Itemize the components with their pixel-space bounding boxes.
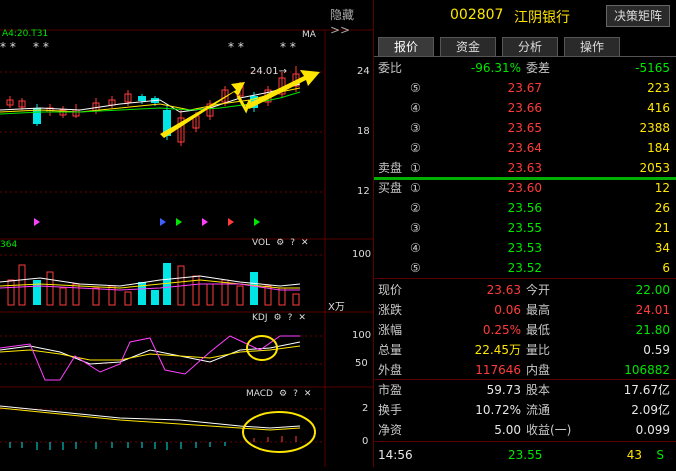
macd-highlight-circle (242, 411, 316, 453)
gear-icon[interactable]: ⚙ (276, 238, 284, 248)
stat-row-price: 现价 23.63 今开 22.00 (378, 283, 670, 297)
weibi-value: -96.31% (470, 61, 521, 75)
kdj-indicator-header: KDJ ⚙? ✕ (252, 313, 306, 323)
gear-icon[interactable]: ⚙ (279, 389, 287, 399)
buy-row-1: 买盘 ① 23.60 12 (374, 179, 674, 198)
sell-label: 卖盘 (378, 161, 403, 175)
gear-icon[interactable]: ⚙ (274, 313, 282, 323)
stat-row-netasset: 净资 5.00 收益(一) 0.099 (378, 423, 670, 437)
tick-side: S (656, 448, 664, 462)
sell-row-5: ⑤ 23.67 223 (410, 81, 670, 95)
tab-operation[interactable]: 操作 (564, 37, 620, 56)
vol-tick-100: 100 (352, 249, 372, 260)
macd-label: MACD (246, 389, 273, 399)
y-tick-24: 24 (357, 66, 370, 77)
buy-label: 买盘 (378, 181, 403, 195)
stock-name: 江阴银行 (514, 10, 570, 26)
buy-row-5: ⑤ 23.52 6 (410, 261, 670, 275)
tab-analysis[interactable]: 分析 (502, 37, 558, 56)
close-icon[interactable]: ✕ (301, 238, 309, 248)
candles (6, 66, 300, 146)
quote-tabs: 报价 资金 分析 操作 (378, 37, 674, 56)
stat-row-volume: 总量 22.45万 量比 0.59 (378, 343, 670, 357)
close-icon[interactable]: ✕ (298, 313, 306, 323)
stat-row-outer-inner: 外盘 117646 内盘 106882 (378, 363, 670, 377)
signal-markers (34, 218, 260, 226)
tick-volume: 43 (626, 448, 642, 462)
sell-row-3: ③ 23.65 2388 (410, 121, 670, 135)
tab-quote[interactable]: 报价 (378, 37, 434, 56)
y-tick-12: 12 (357, 186, 370, 197)
buy-row-3: ③ 23.55 21 (410, 221, 670, 235)
tick-row: 14:56 23.55 43 S (374, 446, 674, 465)
kline-chart-svg (0, 29, 374, 467)
macd-tick-0: 0 (362, 436, 369, 447)
weicha-label: 委差 (526, 61, 551, 75)
macd-lines (0, 405, 301, 450)
stat-row-turnover: 换手 10.72% 流通 2.09亿 (378, 403, 670, 417)
kdj-tick-50: 50 (355, 358, 368, 369)
weicha-value: -5165 (635, 61, 670, 75)
buy-row-2: ② 23.56 26 (410, 201, 670, 215)
main-header: A4:20.T31 (2, 29, 49, 39)
stars-1: * * (0, 40, 16, 54)
stars-2: * * (33, 40, 49, 54)
help-icon[interactable]: ? (293, 389, 298, 399)
chart-panel[interactable]: 隐藏>> A4:20.T31 MA * * * * * * * * 24.01→… (0, 0, 374, 467)
close-icon[interactable]: ✕ (304, 389, 312, 399)
stars-3: * * (228, 40, 244, 54)
sell-row-4: ④ 23.66 416 (410, 101, 670, 115)
sell-row-1: 卖盘 ① 23.63 2053 (374, 159, 674, 178)
stars-4: * * (280, 40, 296, 54)
y-tick-18: 18 (357, 126, 370, 137)
vol-label: VOL (252, 238, 271, 248)
tab-funds[interactable]: 资金 (440, 37, 496, 56)
vol-indicator-header: VOL ⚙? ✕ (252, 238, 309, 248)
decision-matrix-button[interactable]: 决策矩阵 (606, 5, 670, 27)
kdj-label: KDJ (252, 313, 268, 323)
macd-tick-2: 2 (362, 403, 369, 414)
weibi-label: 委比 (378, 61, 403, 75)
vol-header-value: 364 (0, 240, 18, 250)
stock-code: 002807 (450, 7, 504, 23)
weibi-row: 委比 -96.31% 委差 -5165 (374, 59, 674, 78)
macd-indicator-header: MACD ⚙? ✕ (246, 389, 311, 399)
hide-button[interactable]: 隐藏>> (330, 6, 373, 37)
tick-price: 23.55 (508, 448, 543, 462)
price-high-marker: 24.01→ (250, 66, 288, 77)
volume-bars (0, 263, 301, 306)
sell-row-2: ② 23.64 184 (410, 141, 670, 155)
stat-row-pct: 涨幅 0.25% 最低 21.80 (378, 323, 670, 337)
stat-row-pe: 市盈 59.73 股本 17.67亿 (378, 383, 670, 397)
quote-panel: 002807 江阴银行 决策矩阵 报价 资金 分析 操作 委比 -96.31% … (374, 0, 676, 467)
stat-row-change: 涨跌 0.06 最高 24.01 (378, 303, 670, 317)
vol-unit: X万 (328, 302, 345, 313)
ma-label: MA (302, 30, 316, 40)
help-icon[interactable]: ? (290, 238, 295, 248)
help-icon[interactable]: ? (288, 313, 293, 323)
tick-time: 14:56 (378, 448, 413, 462)
buy-row-4: ④ 23.53 34 (410, 241, 670, 255)
kdj-tick-100: 100 (352, 330, 372, 341)
